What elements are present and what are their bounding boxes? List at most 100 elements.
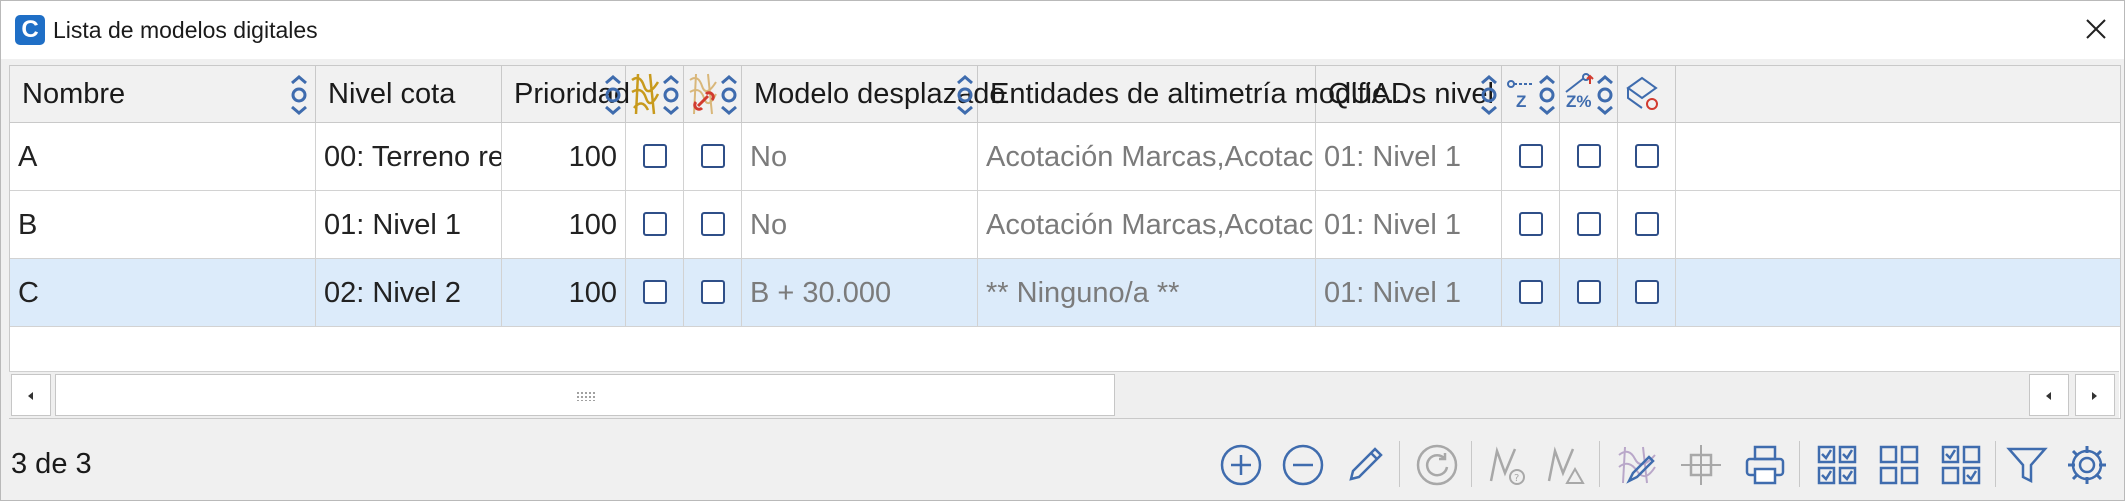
cell-nivel-cota[interactable]: 02: Nivel 2 — [316, 259, 502, 327]
horizontal-scrollbar[interactable] — [9, 371, 2119, 418]
sort-icon[interactable] — [1536, 75, 1558, 115]
cut-off-checkbox[interactable] — [1635, 280, 1659, 304]
toolbar-separator — [1599, 441, 1600, 487]
sort-icon[interactable] — [1478, 75, 1500, 115]
node-button[interactable] — [1675, 439, 1727, 491]
column-header-z-flag[interactable]: Z — [1502, 66, 1560, 122]
column-header-nivel-cota[interactable]: Nivel cota — [316, 66, 502, 122]
column-header-cut-off[interactable] — [1618, 66, 1676, 122]
table-row[interactable]: B 01: Nivel 1 100 No Acotación Marcas,Ac… — [10, 191, 2120, 259]
linked-checkbox[interactable] — [701, 144, 725, 168]
cell-cut-off — [1618, 123, 1676, 191]
status-bar: 3 de 3 ? — [1, 429, 2124, 499]
column-header-nombre[interactable]: Nombre — [10, 66, 316, 122]
cell-modelo-desplazado[interactable]: No — [742, 191, 978, 259]
grid-icon — [1879, 445, 1919, 485]
scroll-left-button[interactable] — [11, 374, 51, 416]
table-row-selected[interactable]: C 02: Nivel 2 100 B + 30.000 ** Ninguno/… — [10, 259, 2120, 327]
visible-checkbox[interactable] — [643, 144, 667, 168]
table-row[interactable]: A 00: Terreno real 100 No Acotación Marc… — [10, 123, 2120, 191]
column-header-map-link[interactable] — [684, 66, 742, 122]
cell-z-percent — [1560, 123, 1618, 191]
cell-visible — [626, 259, 684, 327]
linked-checkbox[interactable] — [701, 212, 725, 236]
map-edit-button[interactable] — [1611, 439, 1663, 491]
line-warning-button[interactable] — [1539, 439, 1591, 491]
window-title: Lista de modelos digitales — [53, 17, 318, 43]
cell-quads-nivel[interactable]: 01: Nivel 1 — [1316, 259, 1502, 327]
cell-nombre[interactable]: C — [10, 259, 316, 327]
cell-z-percent — [1560, 191, 1618, 259]
dialog-window: C Lista de modelos digitales Nombre Nive… — [0, 0, 2125, 501]
column-header-quads-nivel[interactable]: QUADs nivel — [1316, 66, 1502, 122]
cell-nombre[interactable]: B — [10, 191, 316, 259]
cell-nivel-cota[interactable]: 01: Nivel 1 — [316, 191, 502, 259]
map-link-icon — [689, 73, 717, 115]
node-icon — [1681, 445, 1721, 485]
sort-icon[interactable] — [602, 75, 624, 115]
linked-checkbox[interactable] — [701, 280, 725, 304]
close-button[interactable] — [2076, 9, 2116, 49]
line-query-button[interactable]: ? — [1481, 439, 1533, 491]
column-header-modelo-desplazado[interactable]: Modelo desplazado — [742, 66, 1006, 122]
grid-button[interactable] — [1873, 439, 1925, 491]
scroll-right-button[interactable] — [2075, 374, 2115, 416]
cell-prioridad[interactable]: 100 — [502, 191, 626, 259]
remove-button[interactable] — [1277, 439, 1329, 491]
add-button[interactable] — [1215, 439, 1267, 491]
arrow-right-icon — [2092, 392, 2097, 400]
sort-icon[interactable] — [1594, 75, 1616, 115]
cut-off-checkbox[interactable] — [1635, 144, 1659, 168]
cell-visible — [626, 123, 684, 191]
z-percent-checkbox[interactable] — [1577, 212, 1601, 236]
cell-quads-nivel[interactable]: 01: Nivel 1 — [1316, 191, 1502, 259]
line-warning-icon — [1547, 446, 1585, 484]
cell-modelo-desplazado[interactable]: B + 30.000 — [742, 259, 978, 327]
cell-entidades[interactable]: Acotación Marcas,Acotación Si... — [978, 191, 1316, 259]
cell-nivel-cota[interactable]: 00: Terreno real — [316, 123, 502, 191]
cell-quads-nivel[interactable]: 01: Nivel 1 — [1316, 123, 1502, 191]
z-flag-checkbox[interactable] — [1519, 144, 1543, 168]
cell-entidades[interactable]: ** Ninguno/a ** — [978, 259, 1316, 327]
visible-checkbox[interactable] — [643, 280, 667, 304]
topo-map-icon — [631, 73, 660, 115]
cell-cut-off — [1618, 259, 1676, 327]
check-grid-button[interactable] — [1811, 439, 1863, 491]
sort-icon[interactable] — [954, 75, 976, 115]
cut-off-checkbox[interactable] — [1635, 212, 1659, 236]
column-header-z-percent[interactable]: Z% — [1560, 66, 1618, 122]
sort-icon[interactable] — [660, 75, 682, 115]
cell-prioridad[interactable]: 100 — [502, 123, 626, 191]
settings-button[interactable] — [2061, 439, 2113, 491]
column-label: Nombre — [22, 78, 126, 110]
cell-z-percent — [1560, 259, 1618, 327]
column-header-entidades[interactable]: Entidades de altimetría modific... — [978, 66, 1411, 122]
edit-button[interactable] — [1339, 439, 1391, 491]
column-header-map-visibility[interactable] — [626, 66, 684, 122]
column-header-prioridad[interactable]: Prioridad — [502, 66, 630, 122]
z-flag-checkbox[interactable] — [1519, 212, 1543, 236]
cell-linked — [684, 259, 742, 327]
check-grid-alt-button[interactable] — [1935, 439, 1987, 491]
visible-checkbox[interactable] — [643, 212, 667, 236]
cell-nombre[interactable]: A — [10, 123, 316, 191]
cell-prioridad[interactable]: 100 — [502, 259, 626, 327]
print-button[interactable] — [1739, 439, 1791, 491]
models-table: Nombre Nivel cota Prioridad Modelo despl… — [9, 65, 2121, 419]
cell-modelo-desplazado[interactable]: No — [742, 123, 978, 191]
cell-entidades[interactable]: Acotación Marcas,Acotación Si... — [978, 123, 1316, 191]
z-flag-checkbox[interactable] — [1519, 280, 1543, 304]
cell-visible — [626, 191, 684, 259]
z-label: Z — [1516, 92, 1527, 111]
close-icon — [2086, 19, 2106, 39]
sort-icon[interactable] — [288, 75, 310, 115]
sort-icon[interactable] — [718, 75, 740, 115]
svg-text:?: ? — [1514, 473, 1519, 484]
z-percent-checkbox[interactable] — [1577, 280, 1601, 304]
refresh-button[interactable] — [1411, 439, 1463, 491]
scroll-thumb[interactable] — [55, 374, 1115, 416]
column-label: Nivel cota — [328, 78, 456, 110]
scroll-left-button-end[interactable] — [2029, 374, 2069, 416]
z-percent-checkbox[interactable] — [1577, 144, 1601, 168]
filter-button[interactable] — [2001, 439, 2053, 491]
